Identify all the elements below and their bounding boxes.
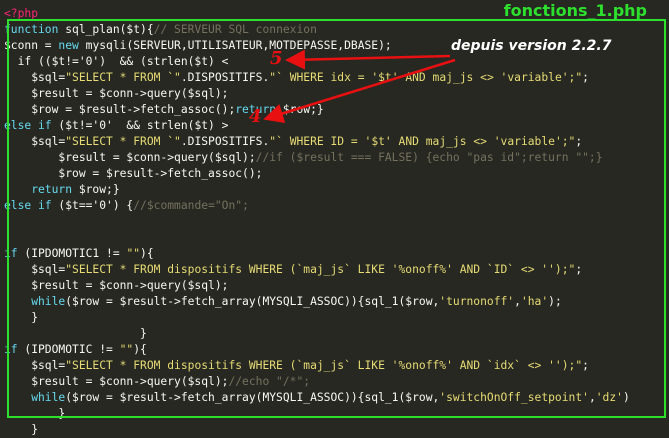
- code-token: }: [4, 423, 39, 436]
- arrow-to-five: [285, 49, 451, 70]
- code-line: }: [4, 422, 630, 438]
- annotation-arrows: [263, 49, 456, 124]
- arrow-to-four: [263, 58, 456, 124]
- code-editor-screenshot: <?php function sql_plan($t){// SERVEUR SQ…: [0, 0, 669, 436]
